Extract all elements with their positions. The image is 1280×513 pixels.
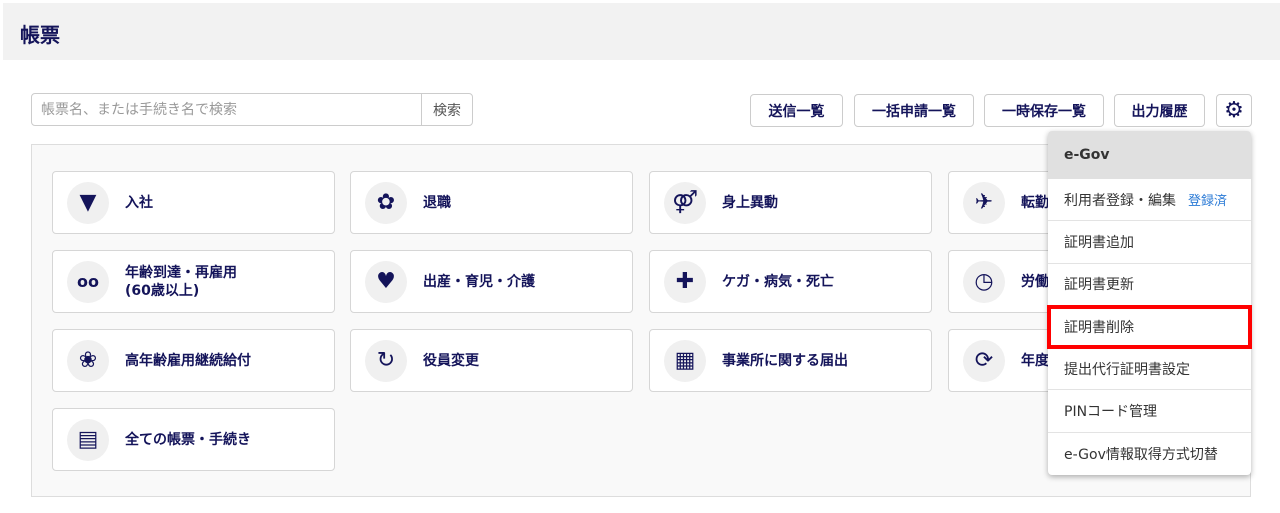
menu-item-renew-certificate[interactable]: 証明書更新 xyxy=(1048,264,1251,306)
card-nenrei-toutatsu[interactable]: oo 年齢到達・再雇用 (60歳以上) xyxy=(52,250,335,313)
bouquet-icon: ✿ xyxy=(365,181,407,224)
search-button[interactable]: 検索 xyxy=(421,94,472,125)
bulk-list-button[interactable]: 一括申請一覧 xyxy=(854,94,974,127)
card-shinjo-ido[interactable]: ⚤ 身上異動 xyxy=(649,171,932,234)
card-taishoku[interactable]: ✿ 退職 xyxy=(350,171,633,234)
menu-label: 利用者登録・編集 xyxy=(1064,192,1176,209)
documents-icon: ▤ xyxy=(67,418,109,461)
couple-icon: ⚤ xyxy=(664,181,706,224)
building-icon: ▦ xyxy=(664,339,706,382)
menu-item-add-certificate[interactable]: 証明書追加 xyxy=(1048,221,1251,264)
card-yakuin[interactable]: ↻ 役員変更 xyxy=(350,329,633,392)
card-shussan[interactable]: ♥ 出産・育児・介護 xyxy=(350,250,633,313)
temp-save-list-button[interactable]: 一時保存一覧 xyxy=(984,94,1104,127)
glasses-icon: oo xyxy=(67,260,109,303)
card-label: 年齢到達・再雇用 xyxy=(125,264,237,281)
settings-button[interactable]: ⚙ xyxy=(1216,94,1252,127)
sent-list-button[interactable]: 送信一覧 xyxy=(750,94,843,127)
menu-item-pin-management[interactable]: PINコード管理 xyxy=(1048,390,1251,433)
airplane-icon: ✈ xyxy=(963,181,1005,224)
card-jigyousho[interactable]: ▦ 事業所に関する届出 xyxy=(649,329,932,392)
card-kega[interactable]: ✚ ケガ・病気・死亡 xyxy=(649,250,932,313)
page-header: 帳票 xyxy=(3,3,1280,60)
menu-item-user-registration[interactable]: 利用者登録・編集 登録済 xyxy=(1048,179,1251,222)
card-kounenrei[interactable]: ❀ 高年齢雇用継続給付 xyxy=(52,329,335,392)
leaf-icon: ❀ xyxy=(67,339,109,382)
menu-header: e-Gov xyxy=(1048,131,1251,179)
menu-item-proxy-certificate-settings[interactable]: 提出代行証明書設定 xyxy=(1048,348,1251,391)
card-nyusha[interactable]: ▼ 入社 xyxy=(52,171,335,234)
card-sublabel: (60歳以上) xyxy=(125,282,200,299)
page-title: 帳票 xyxy=(20,23,60,47)
output-history-button[interactable]: 出力履歴 xyxy=(1114,94,1205,127)
sync-icon: ⟳ xyxy=(963,339,1005,382)
search-input[interactable] xyxy=(32,94,421,125)
gear-icon: ⚙ xyxy=(1224,98,1244,123)
refresh-icon: ↻ xyxy=(365,339,407,382)
tie-icon: ▼ xyxy=(67,181,109,224)
heart-icon: ♥ xyxy=(365,260,407,303)
search-bar: 検索 xyxy=(31,93,473,126)
settings-dropdown: e-Gov 利用者登録・編集 登録済 証明書追加 証明書更新 証明書削除 提出代行… xyxy=(1048,131,1251,475)
registered-badge: 登録済 xyxy=(1188,194,1228,210)
menu-item-egov-info-mode[interactable]: e-Gov情報取得方式切替 xyxy=(1048,433,1251,475)
first-aid-icon: ✚ xyxy=(664,260,706,303)
card-all-forms[interactable]: ▤ 全ての帳票・手続き xyxy=(52,408,335,471)
menu-item-delete-certificate[interactable]: 証明書削除 xyxy=(1048,306,1251,349)
clock-icon: ◷ xyxy=(963,260,1005,303)
